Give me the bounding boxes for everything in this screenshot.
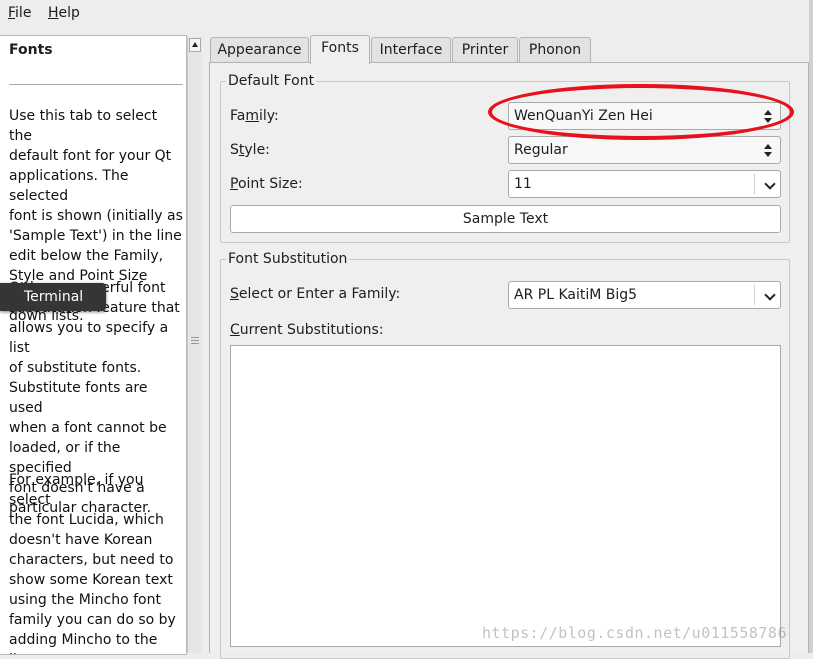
help-line: allows you to specify a list: [9, 320, 169, 356]
sample-text-field[interactable]: Sample Text: [230, 205, 781, 233]
tab-appearance[interactable]: Appearance: [210, 37, 309, 62]
default-font-group-title: Default Font: [226, 73, 317, 89]
spin-arrows-icon: [764, 144, 772, 158]
help-line: 'Sample Text') in the line: [9, 228, 182, 244]
chevron-down-icon: [764, 178, 776, 190]
help-title: Fonts: [9, 42, 53, 58]
help-line: font is shown (initially as: [9, 208, 183, 224]
help-line: Substitute fonts are used: [9, 380, 148, 416]
help-scrollbar[interactable]: [187, 37, 202, 653]
window-edge: [809, 0, 813, 653]
menu-file[interactable]: File: [8, 5, 31, 21]
help-line: when a font cannot be: [9, 420, 167, 436]
help-divider: [9, 84, 183, 85]
scroll-up-arrow-icon[interactable]: [189, 38, 201, 52]
help-line: family you can do so by: [9, 612, 176, 628]
help-paragraph: For example, if you select the font Lucid…: [9, 470, 183, 654]
menu-bar: File Help: [0, 0, 813, 27]
help-line: Use this tab to select the: [9, 108, 158, 144]
help-line: For example, if you select: [9, 472, 144, 508]
tab-printer[interactable]: Printer: [452, 37, 518, 62]
current-substitutions-list[interactable]: [230, 345, 781, 647]
select-family-label: Select or Enter a Family:: [230, 286, 401, 302]
family-combo[interactable]: WenQuanYi Zen Hei: [508, 102, 781, 130]
help-line: adding Mincho to the list.: [9, 632, 158, 654]
help-line: characters, but need to: [9, 552, 174, 568]
help-line: of substitute fonts.: [9, 360, 142, 376]
help-line: default font for your Qt: [9, 148, 172, 164]
tab-phonon[interactable]: Phonon: [519, 37, 591, 62]
style-combo[interactable]: Regular: [508, 136, 781, 164]
help-line: using the Mincho font: [9, 592, 161, 608]
substitution-family-combo[interactable]: AR PL KaitiM Big5: [508, 281, 781, 309]
watermark: https://blog.csdn.net/u011558786: [482, 624, 787, 642]
scroll-grip-icon[interactable]: [191, 337, 199, 345]
tab-interface[interactable]: Interface: [371, 37, 451, 62]
current-substitutions-label: Current Substitutions:: [230, 322, 384, 338]
help-line: the font Lucida, which: [9, 512, 164, 528]
point-size-combo[interactable]: 11: [508, 170, 781, 198]
help-line: show some Korean text: [9, 572, 173, 588]
tab-fonts[interactable]: Fonts: [310, 35, 370, 64]
point-size-label: Point Size:: [230, 176, 303, 192]
help-pane: Fonts Use this tab to select the default …: [0, 35, 187, 655]
style-label: Style:: [230, 142, 270, 158]
terminal-tooltip: Terminal: [0, 283, 106, 311]
help-line: edit below the Family,: [9, 248, 164, 264]
spin-arrows-icon: [764, 110, 772, 124]
help-line: applications. The selected: [9, 168, 129, 204]
font-substitution-group-title: Font Substitution: [226, 251, 350, 267]
family-label: Family:: [230, 108, 279, 124]
menu-help[interactable]: Help: [48, 5, 80, 21]
chevron-down-icon: [764, 289, 776, 301]
help-line: doesn't have Korean: [9, 532, 153, 548]
